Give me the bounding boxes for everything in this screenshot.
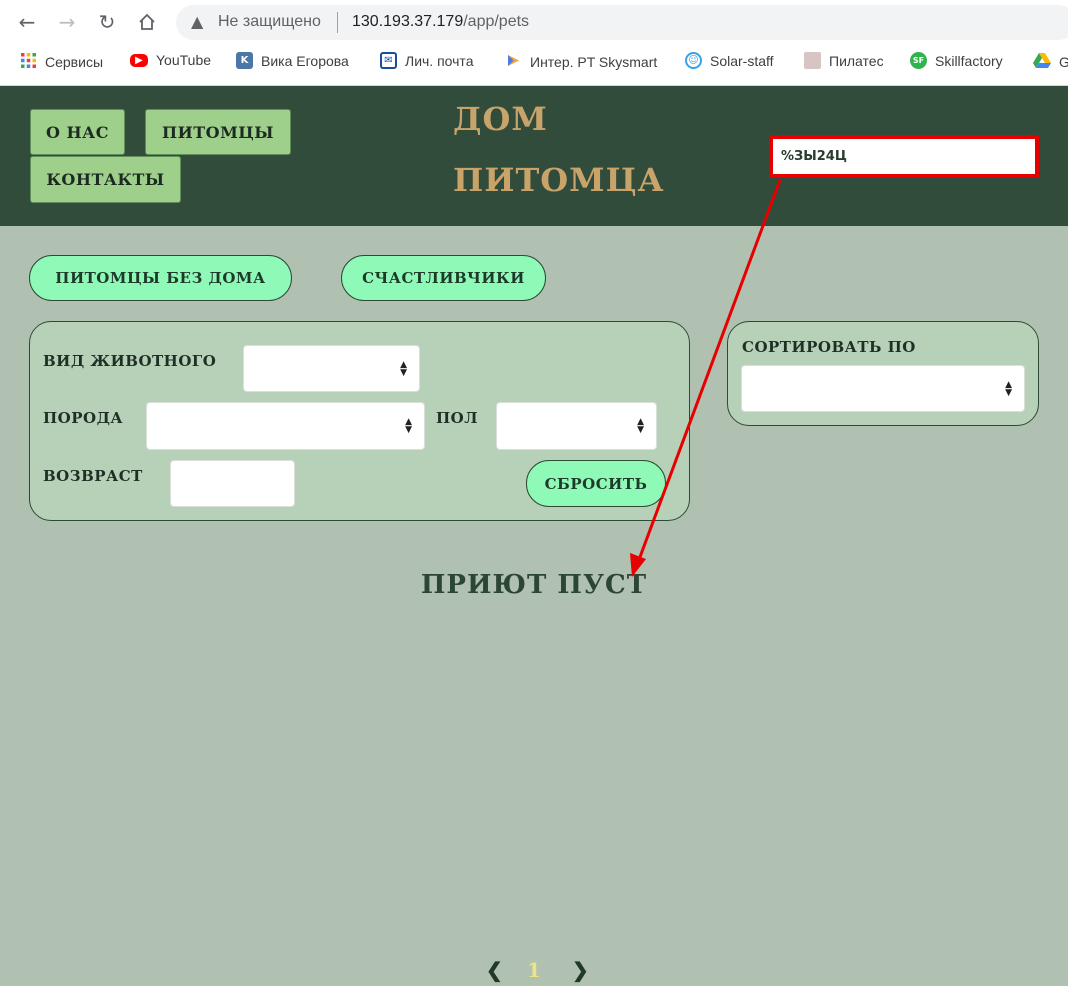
- bookmark-label: Лич. почта: [405, 52, 474, 69]
- age-input[interactable]: [170, 460, 295, 507]
- youtube-icon: ▶: [130, 53, 148, 67]
- nav-pets-button[interactable]: ПИТОМЦЫ: [145, 109, 291, 155]
- bookmark-label: Вика Егорова: [261, 52, 349, 69]
- vk-icon: K: [236, 52, 253, 69]
- address-bar[interactable]: ▲ Не защищено 130.193.37.179/app/pets: [176, 5, 1068, 40]
- select-arrows-icon: ▲ ▼: [400, 359, 407, 378]
- warning-triangle-icon[interactable]: ▲: [191, 12, 203, 31]
- skillfactory-icon: SF: [910, 52, 927, 69]
- insecure-label[interactable]: Не защищено: [218, 13, 321, 31]
- reload-icon[interactable]: ↻: [94, 9, 120, 35]
- search-input[interactable]: %ЗЫ24Ц: [769, 135, 1039, 178]
- bookmark-google-drive[interactable]: G: [1033, 52, 1068, 71]
- solar-icon: ☺: [685, 52, 702, 69]
- select-arrows-icon: ▲ ▼: [405, 417, 412, 435]
- play-icon: [505, 52, 522, 72]
- sex-label: ПОЛ: [436, 409, 478, 427]
- animal-type-label: ВИД ЖИВОТНОГО: [43, 352, 217, 370]
- bookmark-solar-staff[interactable]: ☺ Solar-staff: [685, 52, 774, 69]
- animal-type-select[interactable]: ▲ ▼: [243, 345, 420, 392]
- empty-shelter-message: ПРИЮТ ПУСТ: [420, 570, 648, 600]
- prev-page-icon[interactable]: ❮: [486, 958, 503, 982]
- url-text[interactable]: 130.193.37.179/app/pets: [352, 13, 529, 31]
- bookmark-pilates[interactable]: Пилатес: [804, 52, 884, 69]
- current-page-number[interactable]: 1: [527, 958, 541, 982]
- nav-about-button[interactable]: О НАС: [30, 109, 125, 155]
- select-arrows-icon: ▲ ▼: [637, 417, 644, 435]
- bookmark-skysmart[interactable]: Интер. PT Skysmart: [505, 52, 657, 72]
- nav-contacts-button[interactable]: КОНТАКТЫ: [30, 156, 181, 203]
- bookmark-mail[interactable]: ✉ Лич. почта: [380, 52, 473, 69]
- browser-chrome: ← → ↻ ▲ Не защищено 130.193.37.179/app/p…: [0, 0, 1068, 86]
- bookmark-label: G: [1059, 53, 1068, 70]
- bookmark-vk[interactable]: K Вика Егорова: [236, 52, 349, 69]
- logo-line-2[interactable]: ПИТОМЦА: [453, 161, 665, 199]
- bookmark-label: YouTube: [156, 52, 212, 68]
- mail-icon: ✉: [380, 52, 397, 69]
- pilates-photo-icon: [804, 52, 821, 69]
- next-page-icon[interactable]: ❯: [572, 958, 589, 982]
- forward-arrow-icon[interactable]: →: [54, 9, 80, 35]
- logo-line-1[interactable]: ДОМ: [453, 100, 548, 138]
- breed-select[interactable]: ▲ ▼: [146, 402, 425, 450]
- apps-grid-icon: [20, 52, 37, 72]
- bookmark-youtube[interactable]: ▶ YouTube: [130, 52, 211, 68]
- reset-button[interactable]: СБРОСИТЬ: [526, 460, 666, 507]
- bookmark-label: Интер. PT Skysmart: [530, 54, 658, 70]
- bookmark-label: Solar-staff: [710, 52, 774, 69]
- home-icon[interactable]: [134, 9, 160, 35]
- bookmark-label: Сервисы: [45, 54, 104, 70]
- google-drive-icon: [1033, 52, 1051, 71]
- bookmark-services[interactable]: Сервисы: [20, 52, 103, 72]
- back-arrow-icon[interactable]: ←: [14, 9, 40, 35]
- tab-lucky-pets[interactable]: СЧАСТЛИВЧИКИ: [341, 255, 546, 301]
- select-arrows-icon: ▲ ▼: [1005, 379, 1012, 398]
- bookmark-skillfactory[interactable]: SF Skillfactory: [910, 52, 1003, 69]
- breed-label: ПОРОДА: [43, 409, 124, 427]
- tab-homeless-pets[interactable]: ПИТОМЦЫ БЕЗ ДОМА: [29, 255, 292, 301]
- sort-label: СОРТИРОВАТЬ ПО: [742, 338, 916, 356]
- sex-select[interactable]: ▲ ▼: [496, 402, 657, 450]
- address-separator: [337, 12, 338, 33]
- bookmarks-bar: Сервисы ▶ YouTube K Вика Егорова ✉ Лич. …: [0, 48, 1068, 78]
- bookmark-label: Пилатес: [829, 52, 884, 69]
- sort-select[interactable]: ▲ ▼: [741, 365, 1025, 412]
- age-label: ВОЗВРАСТ: [43, 467, 143, 485]
- bookmark-label: Skillfactory: [935, 52, 1003, 69]
